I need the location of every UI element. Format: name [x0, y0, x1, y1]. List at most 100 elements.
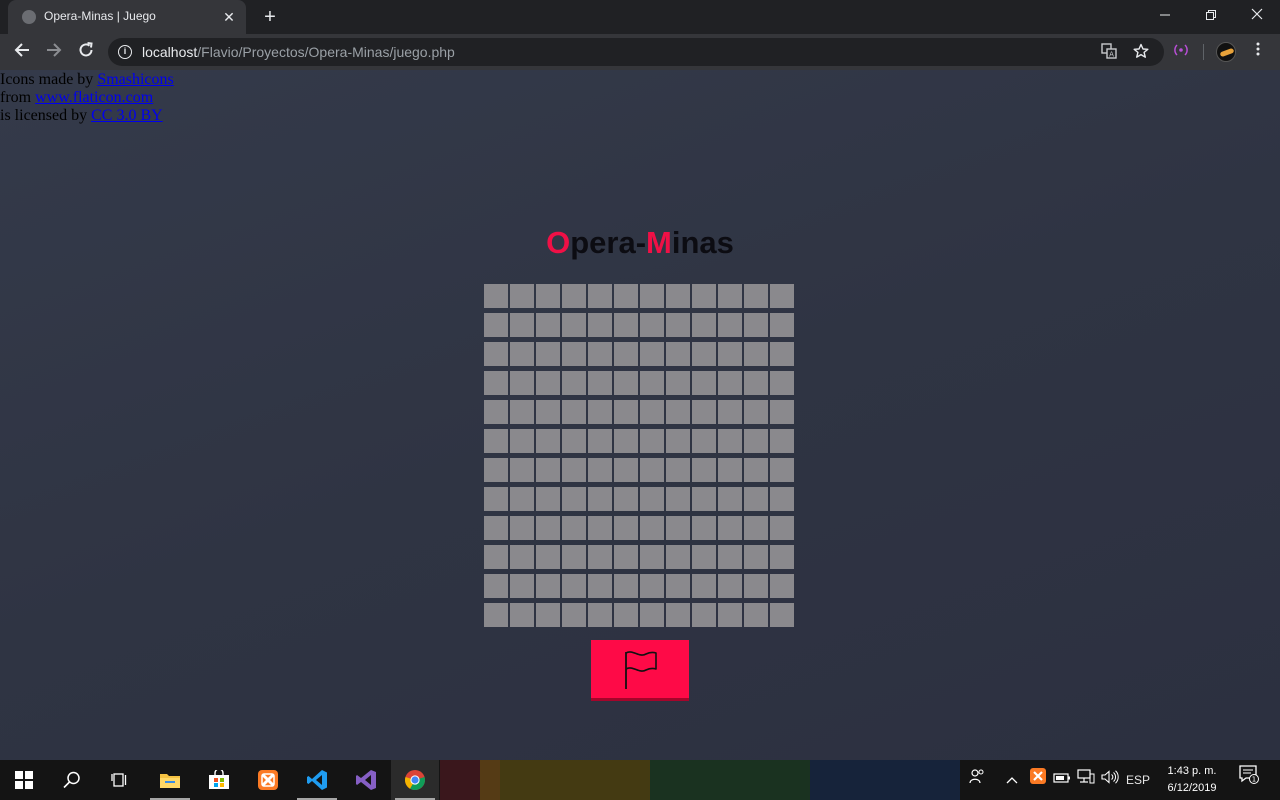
xampp-button[interactable] — [244, 760, 292, 800]
bookmark-star-icon[interactable] — [1132, 43, 1150, 61]
board-cell[interactable] — [484, 574, 508, 598]
board-cell[interactable] — [614, 516, 638, 540]
board-cell[interactable] — [614, 342, 638, 366]
flaticon-link[interactable]: www.flaticon.com — [35, 89, 153, 106]
board-cell[interactable] — [510, 400, 534, 424]
board-cell[interactable] — [666, 284, 690, 308]
board-cell[interactable] — [640, 487, 664, 511]
board-cell[interactable] — [510, 545, 534, 569]
menu-kebab-icon[interactable] — [1250, 42, 1266, 62]
board-cell[interactable] — [666, 458, 690, 482]
board-cell[interactable] — [510, 574, 534, 598]
board-cell[interactable] — [692, 371, 716, 395]
board-cell[interactable] — [588, 574, 612, 598]
board-cell[interactable] — [744, 458, 768, 482]
board-cell[interactable] — [510, 516, 534, 540]
board-cell[interactable] — [614, 284, 638, 308]
board-cell[interactable] — [744, 342, 768, 366]
board-cell[interactable] — [692, 603, 716, 627]
cast-extension-icon[interactable] — [1171, 42, 1191, 62]
tray-xampp-button[interactable] — [1027, 760, 1049, 800]
board-cell[interactable] — [640, 313, 664, 337]
board-cell[interactable] — [614, 574, 638, 598]
board-cell[interactable] — [692, 545, 716, 569]
board-cell[interactable] — [770, 516, 794, 540]
board-cell[interactable] — [718, 284, 742, 308]
site-info-icon[interactable]: i — [118, 45, 132, 59]
minimize-window-button[interactable] — [1142, 0, 1188, 30]
board-cell[interactable] — [718, 487, 742, 511]
board-cell[interactable] — [770, 458, 794, 482]
board-cell[interactable] — [744, 371, 768, 395]
reload-button[interactable] — [74, 40, 98, 64]
start-button[interactable] — [0, 760, 48, 800]
board-cell[interactable] — [536, 487, 560, 511]
close-window-button[interactable] — [1234, 0, 1280, 30]
board-cell[interactable] — [614, 313, 638, 337]
board-cell[interactable] — [640, 429, 664, 453]
board-cell[interactable] — [562, 516, 586, 540]
board-cell[interactable] — [718, 429, 742, 453]
board-cell[interactable] — [718, 400, 742, 424]
board-cell[interactable] — [770, 313, 794, 337]
board-cell[interactable] — [640, 284, 664, 308]
board-cell[interactable] — [588, 284, 612, 308]
board-cell[interactable] — [536, 313, 560, 337]
board-cell[interactable] — [484, 516, 508, 540]
board-cell[interactable] — [562, 342, 586, 366]
board-cell[interactable] — [536, 400, 560, 424]
board-cell[interactable] — [510, 284, 534, 308]
board-cell[interactable] — [536, 429, 560, 453]
board-cell[interactable] — [562, 458, 586, 482]
board-cell[interactable] — [562, 603, 586, 627]
board-cell[interactable] — [718, 371, 742, 395]
board-cell[interactable] — [666, 603, 690, 627]
people-button[interactable] — [964, 760, 990, 800]
board-cell[interactable] — [484, 400, 508, 424]
board-cell[interactable] — [640, 603, 664, 627]
microsoft-store-button[interactable] — [195, 760, 243, 800]
board-cell[interactable] — [588, 429, 612, 453]
board-cell[interactable] — [692, 516, 716, 540]
board-cell[interactable] — [562, 487, 586, 511]
board-cell[interactable] — [666, 313, 690, 337]
board-cell[interactable] — [614, 400, 638, 424]
board-cell[interactable] — [640, 371, 664, 395]
board-cell[interactable] — [718, 603, 742, 627]
board-cell[interactable] — [770, 342, 794, 366]
board-cell[interactable] — [744, 545, 768, 569]
board-cell[interactable] — [666, 342, 690, 366]
board-cell[interactable] — [484, 545, 508, 569]
board-cell[interactable] — [562, 284, 586, 308]
board-cell[interactable] — [510, 371, 534, 395]
board-cell[interactable] — [640, 342, 664, 366]
flag-mode-button[interactable] — [591, 640, 689, 701]
show-hidden-icons-button[interactable] — [1002, 760, 1022, 800]
board-cell[interactable] — [510, 342, 534, 366]
board-cell[interactable] — [666, 429, 690, 453]
volume-button[interactable] — [1099, 760, 1121, 800]
new-tab-button[interactable]: + — [258, 6, 282, 28]
board-cell[interactable] — [614, 545, 638, 569]
board-cell[interactable] — [744, 516, 768, 540]
board-cell[interactable] — [484, 487, 508, 511]
board-cell[interactable] — [744, 603, 768, 627]
battery-button[interactable] — [1051, 760, 1073, 800]
board-cell[interactable] — [718, 516, 742, 540]
board-cell[interactable] — [614, 458, 638, 482]
board-cell[interactable] — [744, 313, 768, 337]
board-cell[interactable] — [562, 429, 586, 453]
board-cell[interactable] — [692, 487, 716, 511]
board-cell[interactable] — [614, 429, 638, 453]
forward-button[interactable] — [42, 40, 66, 64]
board-cell[interactable] — [588, 342, 612, 366]
board-cell[interactable] — [692, 313, 716, 337]
board-cell[interactable] — [536, 574, 560, 598]
board-cell[interactable] — [484, 313, 508, 337]
board-cell[interactable] — [562, 574, 586, 598]
board-cell[interactable] — [536, 371, 560, 395]
board-cell[interactable] — [484, 603, 508, 627]
input-language-indicator[interactable]: ESP — [1124, 760, 1152, 800]
board-cell[interactable] — [770, 284, 794, 308]
task-view-button[interactable] — [96, 760, 144, 800]
